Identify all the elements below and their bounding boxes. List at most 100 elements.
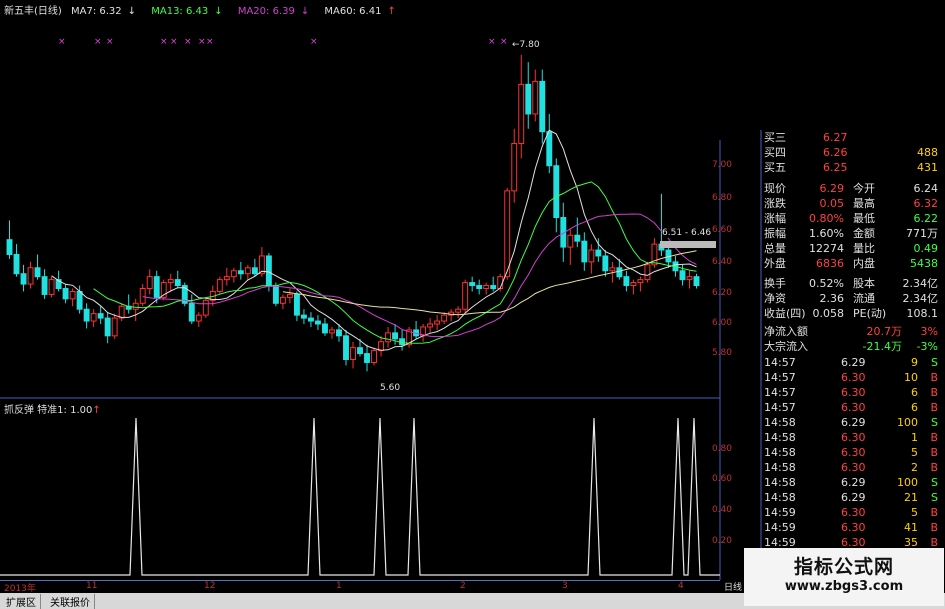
date-tick: 11 [86, 581, 98, 591]
candle-body [286, 293, 293, 298]
candle-body [483, 285, 490, 289]
tick-side: S [931, 491, 938, 504]
tick-time: 14:58 [764, 461, 796, 474]
price-tick: 6.20 [711, 288, 732, 298]
tick-row: 14:59 6.30 41 B [761, 520, 942, 536]
tick-row: 14:58 6.29 100 S [761, 475, 942, 491]
tick-price: 6.29 [841, 476, 866, 489]
tab-extension[interactable]: 扩展区 [2, 594, 41, 609]
stat-value: 2.34亿 [902, 277, 939, 290]
ma-line [142, 213, 697, 338]
candle-body [293, 293, 300, 316]
range-marker [660, 241, 716, 248]
ma7-label: MA7: 6.32 ↓ [71, 6, 137, 17]
candle-body [574, 234, 581, 242]
tick-price: 6.30 [841, 506, 866, 519]
ma-line [51, 129, 697, 351]
quote-price: 6.26 [823, 146, 848, 159]
tick-time: 14:58 [764, 491, 796, 504]
candle-body [314, 320, 321, 325]
stat-row: 涨幅 0.80% 最低 6.22 [761, 211, 942, 227]
candle-body [497, 276, 504, 289]
signal-star: × [106, 37, 114, 47]
quote-label: 买五 [764, 161, 786, 174]
stat-value: 108.1 [906, 307, 939, 320]
stat-value: 12274 [809, 242, 844, 255]
quote-volume: 488 [917, 146, 938, 159]
period-label[interactable]: 日线 [724, 580, 742, 593]
candle-body [34, 267, 41, 278]
tick-side: B [930, 506, 938, 519]
ma-lines [51, 129, 697, 351]
tick-row: 14:57 6.30 10 B [761, 370, 942, 386]
tick-volume: 41 [904, 521, 918, 534]
candle-body [13, 253, 20, 275]
candle-body [364, 353, 370, 363]
candle-body [223, 276, 230, 281]
tick-row: 14:58 6.29 21 S [761, 490, 942, 506]
candle-body [195, 314, 202, 322]
candle-body [307, 317, 314, 322]
quote-row: 买四 6.26 488 [761, 145, 942, 161]
price-tick: 7.00 [711, 160, 732, 170]
quote-price: 6.25 [823, 161, 848, 174]
candle-body [602, 255, 609, 272]
tick-price: 6.30 [841, 431, 866, 444]
candle-body [630, 282, 637, 287]
flow-row: 净流入额 20.7万 3% [761, 324, 942, 340]
signal-star: × [160, 37, 168, 47]
candle-body [279, 296, 286, 304]
tick-row: 14:58 6.30 5 B [761, 445, 942, 461]
stat-row: 总量 12274 量比 0.49 [761, 241, 942, 257]
stat-label: 股本 [853, 277, 875, 290]
flow-row: 大宗流入 -21.4万 -3% [761, 339, 942, 355]
tick-row: 14:58 6.30 1 B [761, 430, 942, 446]
stat-label: 现价 [764, 182, 786, 195]
candle-body [462, 282, 469, 310]
tick-price: 6.30 [841, 401, 866, 414]
tick-volume: 21 [904, 491, 918, 504]
tick-volume: 1 [911, 431, 918, 444]
stat-label: 净资 [764, 292, 786, 305]
ind-tick: 0.20 [711, 536, 732, 546]
quote-row: 买五 6.25 431 [761, 160, 942, 176]
candle-body [609, 267, 616, 272]
stat-value: 2.34亿 [902, 292, 939, 305]
tick-side: B [930, 521, 938, 534]
stat-label: 流通 [853, 292, 875, 305]
candle-body [350, 347, 356, 360]
signal-star: × [206, 37, 214, 47]
ma20-label: MA20: 6.39 ↓ [237, 6, 310, 17]
date-tick: 12 [204, 581, 216, 591]
tab-related-quotes[interactable]: 关联报价 [46, 594, 95, 609]
candle-body [62, 288, 69, 300]
tick-time: 14:59 [764, 506, 796, 519]
signal-star: × [310, 37, 318, 47]
stat-label: 最低 [853, 212, 875, 225]
signal-star: × [170, 37, 178, 47]
candle-body [385, 332, 392, 343]
watermark: 指标公式网 www.zbgs3.com [744, 548, 944, 606]
quote-price: 6.27 [823, 131, 848, 144]
tick-side: S [931, 416, 938, 429]
tick-price: 6.30 [841, 521, 866, 534]
signal-star: × [184, 37, 192, 47]
stat-row: 外盘 6836 内盘 5438 [761, 256, 942, 272]
stat-value: 5438 [910, 257, 938, 270]
candle-body [546, 131, 553, 167]
candle-series [6, 54, 700, 372]
tick-volume: 6 [911, 386, 918, 399]
chart-title: 新五丰(日线) [4, 6, 62, 17]
stat-value: 0.05 [819, 197, 845, 210]
stat-label: 量比 [853, 242, 875, 255]
stat-value: 6.22 [913, 212, 939, 225]
stat-value: 0.49 [913, 242, 939, 255]
price-tick: 6.80 [711, 193, 732, 203]
tick-side: S [931, 476, 938, 489]
candle-body [679, 270, 686, 281]
tick-time: 14:58 [764, 476, 796, 489]
candle-body [504, 190, 511, 278]
ind-tick: 0.80 [711, 444, 732, 454]
stat-value: 2.36 [819, 292, 845, 305]
price-tick: 6.00 [711, 318, 732, 328]
